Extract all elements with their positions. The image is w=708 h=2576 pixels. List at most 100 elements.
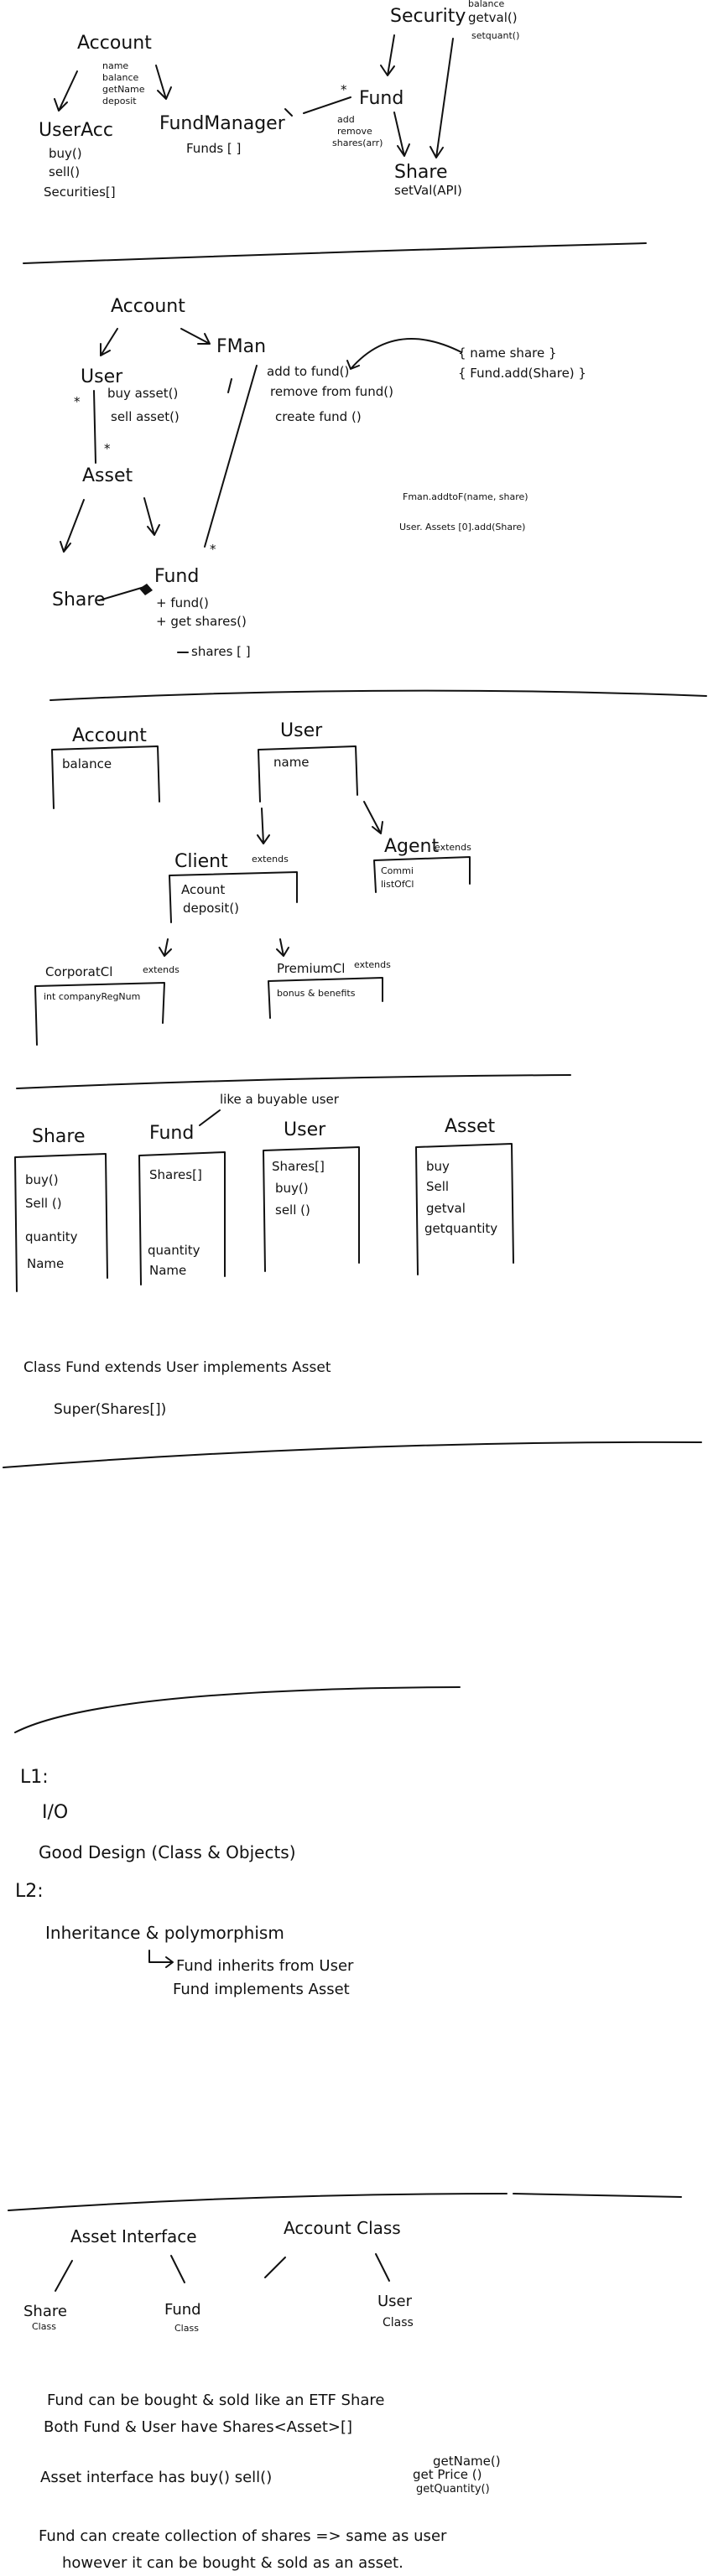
s3-agent-field: listOfCl [381,879,414,890]
separator-4 [3,1441,702,1468]
s2-shares-note: shares [ ] [191,644,251,659]
s4-asset-item: getval [426,1201,466,1216]
s4-share-item: Sell () [25,1196,62,1211]
s1-share-title: Share [394,162,448,183]
s3-premium-ext: extends [354,959,391,970]
s2-line-fman-misc [227,378,232,393]
s3-corporate-field: int companyRegNum [44,991,140,1002]
s4-fund-title: Fund [149,1123,194,1144]
s3-client-title: Client [174,851,228,872]
s3-arrow-client-premium [276,938,289,957]
s2-line-share-fund [98,586,145,601]
s2-code-line: User. Assets [0].add(Share) [399,522,525,532]
s3-agent-title: Agent [384,836,439,857]
section-3-diagram: Account balance User name Client extends… [34,720,471,1046]
s6-share-class: Class [32,2321,56,2332]
s6-user: User [377,2293,413,2310]
s1-useracc-method: buy() [49,146,82,161]
s1-account-field: name [102,60,128,71]
s4-fund-item: Name [149,1263,186,1278]
s2-fund-title: Fund [154,566,199,587]
s1-account-field: balance [102,72,139,83]
s5-line: I/O [42,1802,68,1823]
s3-user-field: name [273,755,310,770]
s2-user-method: buy asset() [107,386,178,401]
s6-note: Fund can create collection of shares => … [39,2527,447,2545]
s6-share: Share [23,2303,67,2320]
s2-fund-method: + get shares() [156,614,247,629]
s2-line-fman-fund [204,365,258,548]
s2-asset-title: Asset [82,465,133,486]
s2-star: * [104,441,111,456]
s2-brace-note: { name share } [458,345,557,361]
s5-arrow [148,1950,174,1968]
s2-arrow-asset-fund [143,497,160,536]
s1-arrow-security-share [429,38,454,158]
s6-note: Fund can be bought & sold like an ETF Sh… [47,2392,385,2409]
s2-arrow-asset-share [60,499,85,553]
s1-fund-title: Fund [359,88,403,109]
s6-getter: getQuantity() [416,2483,490,2496]
s2-arrow-account-user [100,328,118,356]
s4-asset-item: buy [426,1159,450,1174]
s1-line-fund-manager [303,96,351,114]
s1-fundmanager-title: FundManager [159,113,286,134]
s4-user-item: Shares[] [272,1159,325,1174]
s2-user-method: sell asset() [111,409,180,424]
s1-share-method: setVal(API) [394,183,462,198]
s6-line-interface-share [55,2260,73,2292]
s5-line: Fund implements Asset [173,1981,350,1998]
s3-client-field: Acount [181,882,225,897]
s4-fund-item: quantity [148,1243,200,1258]
s6-note: Asset interface has buy() sell() [40,2469,272,2486]
s3-premium-field: bonus & benefits [277,988,356,999]
separator-6 [8,2193,682,2211]
s4-user-title: User [284,1119,326,1140]
s2-fman-title: FMan [216,336,266,357]
s2-code-line: Fman.addtoF(name, share) [403,491,528,502]
s4-share-item: buy() [25,1172,59,1187]
s1-security-title: Security [390,6,466,27]
s1-security-method: setquant() [471,30,519,41]
s5-line: L1: [20,1767,49,1788]
section-6-diagram: Asset Interface Account Class Share Clas… [23,2218,501,2572]
s4-user-item: sell () [275,1202,310,1218]
s5-line: Fund inherits from User [176,1957,354,1975]
s4-share-item: Name [27,1256,64,1271]
s6-asset-interface: Asset Interface [70,2226,197,2246]
s2-arc-fman-note [346,338,462,370]
s4-asset-item: Sell [426,1179,449,1194]
s1-fundmanager-field: Funds [ ] [186,141,241,156]
s6-line-account-user [375,2253,390,2282]
s6-note: however it can be bought & sold as an as… [62,2554,403,2572]
s4-asset-item: getquantity [424,1221,497,1236]
s1-useracc-method: Securities[] [44,184,116,200]
s3-agent-field: Commi [381,865,414,876]
s5-line: L2: [15,1881,44,1902]
s1-useracc-method: sell() [49,164,80,179]
s5-line: Inheritance & polymorphism [45,1923,284,1943]
section-5-notes: L1: I/O Good Design (Class & Objects) L2… [14,1686,461,1998]
s2-fund-method: + fund() [156,595,209,610]
s4-note-line [199,1109,221,1126]
s1-account-field: deposit [102,96,137,106]
whiteboard-canvas: Account name balance getName deposit Use… [3,0,707,2572]
s1-security-method: getval() [468,10,518,25]
s1-account-field: getName [102,84,145,95]
s2-brace-note: { Fund.add(Share) } [458,366,586,381]
s1-account-title: Account [77,33,152,54]
s4-user-item: buy() [275,1181,309,1196]
separator-2 [49,689,707,701]
section-4-diagram: like a buyable user Share buy() Sell () … [14,1092,514,1418]
s4-code-line: Super(Shares[]) [54,1401,166,1418]
s6-line-interface-fund [170,2255,185,2283]
s2-share-title: Share [52,589,106,610]
s3-client-ext: extends [252,854,289,865]
s3-client-field: deposit() [183,901,239,916]
s3-corporate-ext: extends [143,964,180,975]
s3-premium-title: PremiumCl [277,961,345,976]
s6-getter: get Price () [413,2467,482,2482]
separator-1 [23,242,647,264]
s4-fund-item: Shares[] [149,1167,202,1182]
s6-fund: Fund [164,2301,201,2319]
